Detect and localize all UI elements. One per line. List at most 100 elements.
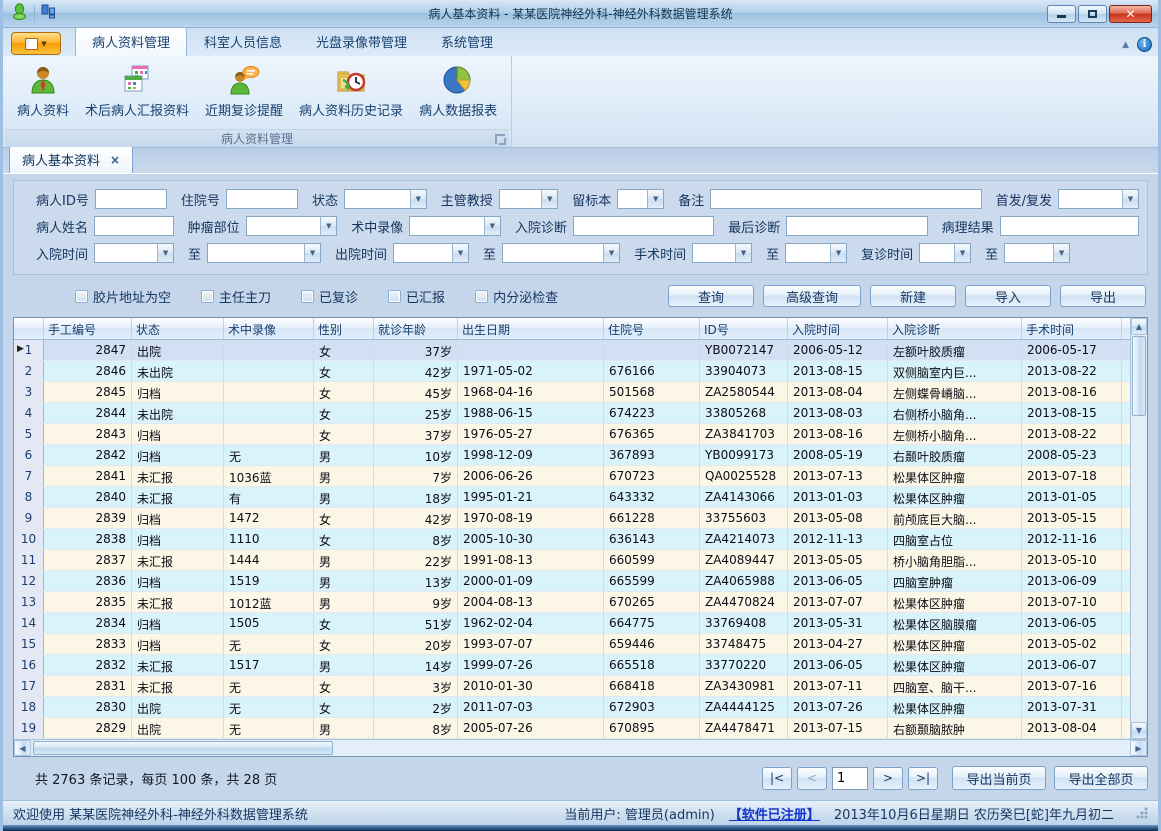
table-header-cell[interactable]: 就诊年龄 <box>374 318 458 339</box>
app-menu-button[interactable]: ▼ <box>11 32 61 55</box>
ribbon-button[interactable]: 病人资料 <box>9 60 77 121</box>
vertical-scrollbar[interactable]: ▲ ▼ <box>1130 318 1147 739</box>
last-page-button[interactable]: >| <box>908 767 938 790</box>
table-row[interactable]: 102838归档1110女8岁2005-10-30636143ZA4214073… <box>14 529 1130 550</box>
action-button[interactable]: 导出 <box>1060 285 1146 307</box>
dialog-launcher-icon[interactable] <box>495 134 505 144</box>
combo-dropdown-icon[interactable]: ▼ <box>304 244 320 262</box>
table-row[interactable]: 92839归档1472女42岁1970-08-19661228337556032… <box>14 508 1130 529</box>
filter-combo[interactable]: ▼ <box>785 243 847 263</box>
table-header-cell[interactable]: 住院号 <box>604 318 700 339</box>
action-button[interactable]: 高级查询 <box>763 285 861 307</box>
action-button[interactable]: 查询 <box>668 285 754 307</box>
table-row[interactable]: 42844未出院女25岁1988-06-15674223338052682013… <box>14 403 1130 424</box>
table-row[interactable]: 172831未汇报无女3岁2010-01-30668418ZA343098120… <box>14 676 1130 697</box>
registered-link[interactable]: 【软件已注册】 <box>729 804 820 823</box>
export-all-pages-button[interactable]: 导出全部页 <box>1054 766 1148 790</box>
table-header-cell[interactable]: 状态 <box>132 318 224 339</box>
checkbox[interactable] <box>75 290 88 303</box>
filter-input[interactable] <box>94 216 174 236</box>
table-row[interactable]: 82840未汇报有男18岁1995-01-21643332ZA414306620… <box>14 487 1130 508</box>
collapse-ribbon-icon[interactable]: ▲ <box>1122 40 1129 50</box>
table-row[interactable]: 142834归档1505女51岁1962-02-0466477533769408… <box>14 613 1130 634</box>
filter-combo[interactable]: ▼ <box>1058 189 1139 209</box>
table-header-cell[interactable]: 出生日期 <box>458 318 604 339</box>
table-header-selector[interactable] <box>14 318 44 339</box>
table-header-cell[interactable]: 入院诊断 <box>888 318 1022 339</box>
tab-patient-basic-info[interactable]: 病人基本资料 × <box>9 145 133 173</box>
combo-dropdown-icon[interactable]: ▼ <box>320 217 336 235</box>
table-row[interactable]: 22846未出院女42岁1971-05-02676166339040732013… <box>14 361 1130 382</box>
table-header-cell[interactable]: 性别 <box>314 318 374 339</box>
table-row[interactable]: 72841未汇报1036蓝男7岁2006-06-26670723QA002552… <box>14 466 1130 487</box>
table-header-cell[interactable]: 术中录像 <box>224 318 314 339</box>
table-header-cell[interactable]: 入院时间 <box>788 318 888 339</box>
table-row[interactable]: 62842归档无男10岁1998-12-09367893YB0099173200… <box>14 445 1130 466</box>
action-button[interactable]: 新建 <box>870 285 956 307</box>
checkbox[interactable] <box>301 290 314 303</box>
filter-combo[interactable]: ▼ <box>692 243 752 263</box>
horizontal-scrollbar-thumb[interactable] <box>33 741 333 755</box>
action-button[interactable]: 导入 <box>965 285 1051 307</box>
filter-combo[interactable]: ▼ <box>617 189 664 209</box>
table-row[interactable]: 112837未汇报1444男22岁1991-08-13660599ZA40894… <box>14 550 1130 571</box>
combo-dropdown-icon[interactable]: ▼ <box>410 190 426 208</box>
filter-combo[interactable]: ▼ <box>502 243 620 263</box>
ribbon-tab[interactable]: 系统管理 <box>424 27 510 56</box>
scroll-right-icon[interactable]: ▶ <box>1130 740 1147 756</box>
filter-combo[interactable]: ▼ <box>499 189 558 209</box>
table-header-cell[interactable]: 手术时间 <box>1022 318 1122 339</box>
checkbox[interactable] <box>201 290 214 303</box>
filter-combo[interactable]: ▼ <box>94 243 174 263</box>
table-row[interactable]: 152833归档无女20岁1993-07-0765944633748475201… <box>14 634 1130 655</box>
horizontal-scrollbar[interactable]: ◀ ▶ <box>14 739 1147 756</box>
close-button[interactable]: ✕ <box>1109 5 1152 23</box>
ribbon-button[interactable]: 病人资料历史记录 <box>291 60 411 121</box>
table-row[interactable]: 122836归档1519男13岁2000-01-09665599ZA406598… <box>14 571 1130 592</box>
ribbon-button[interactable]: 近期复诊提醒 <box>197 60 291 121</box>
minimize-button[interactable] <box>1047 5 1076 23</box>
table-row[interactable]: 32845归档女45岁1968-04-16501568ZA25805442013… <box>14 382 1130 403</box>
filter-combo[interactable]: ▼ <box>1004 243 1070 263</box>
info-icon[interactable]: i <box>1137 37 1152 52</box>
scroll-up-icon[interactable]: ▲ <box>1131 318 1147 335</box>
table-row[interactable]: 1▶2847出院女37岁YB00721472006-05-12左额叶胶质瘤200… <box>14 340 1130 361</box>
table-row[interactable]: 162832未汇报1517男14岁1999-07-266655183377022… <box>14 655 1130 676</box>
filter-combo[interactable]: ▼ <box>409 216 501 236</box>
close-tab-icon[interactable]: × <box>110 153 120 167</box>
table-header-cell[interactable]: ID号 <box>700 318 788 339</box>
ribbon-button[interactable]: 术后病人汇报资料 <box>77 60 197 121</box>
filter-input[interactable] <box>573 216 714 236</box>
filter-input[interactable] <box>95 189 167 209</box>
checkbox[interactable] <box>388 290 401 303</box>
filter-combo[interactable]: ▼ <box>344 189 427 209</box>
filter-input[interactable] <box>226 189 298 209</box>
vertical-scrollbar-thumb[interactable] <box>1132 336 1146 416</box>
ribbon-tab[interactable]: 病人资料管理 <box>75 27 187 56</box>
filter-combo[interactable]: ▼ <box>393 243 469 263</box>
combo-dropdown-icon[interactable]: ▼ <box>541 190 557 208</box>
checkbox[interactable] <box>475 290 488 303</box>
filter-combo[interactable]: ▼ <box>207 243 321 263</box>
ribbon-button[interactable]: 病人数据报表 <box>411 60 505 121</box>
ribbon-tab[interactable]: 科室人员信息 <box>187 27 299 56</box>
combo-dropdown-icon[interactable]: ▼ <box>1053 244 1069 262</box>
filter-combo[interactable]: ▼ <box>246 216 338 236</box>
combo-dropdown-icon[interactable]: ▼ <box>484 217 500 235</box>
table-row[interactable]: 132835未汇报1012蓝男9岁2004-08-13670265ZA44708… <box>14 592 1130 613</box>
combo-dropdown-icon[interactable]: ▼ <box>452 244 468 262</box>
filter-input[interactable] <box>1000 216 1139 236</box>
combo-dropdown-icon[interactable]: ▼ <box>603 244 619 262</box>
combo-dropdown-icon[interactable]: ▼ <box>157 244 173 262</box>
scroll-down-icon[interactable]: ▼ <box>1131 722 1147 739</box>
next-page-button[interactable]: > <box>873 767 903 790</box>
filter-input[interactable] <box>786 216 927 236</box>
table-row[interactable]: 52843归档女37岁1976-05-27676365ZA38417032013… <box>14 424 1130 445</box>
combo-dropdown-icon[interactable]: ▼ <box>1122 190 1138 208</box>
scroll-left-icon[interactable]: ◀ <box>14 740 31 756</box>
combo-dropdown-icon[interactable]: ▼ <box>735 244 751 262</box>
table-header-cell[interactable]: 手工编号 <box>44 318 132 339</box>
combo-dropdown-icon[interactable]: ▼ <box>830 244 846 262</box>
combo-dropdown-icon[interactable]: ▼ <box>954 244 970 262</box>
table-row[interactable]: 192829出院无男8岁2005-07-26670895ZA4478471201… <box>14 718 1130 739</box>
